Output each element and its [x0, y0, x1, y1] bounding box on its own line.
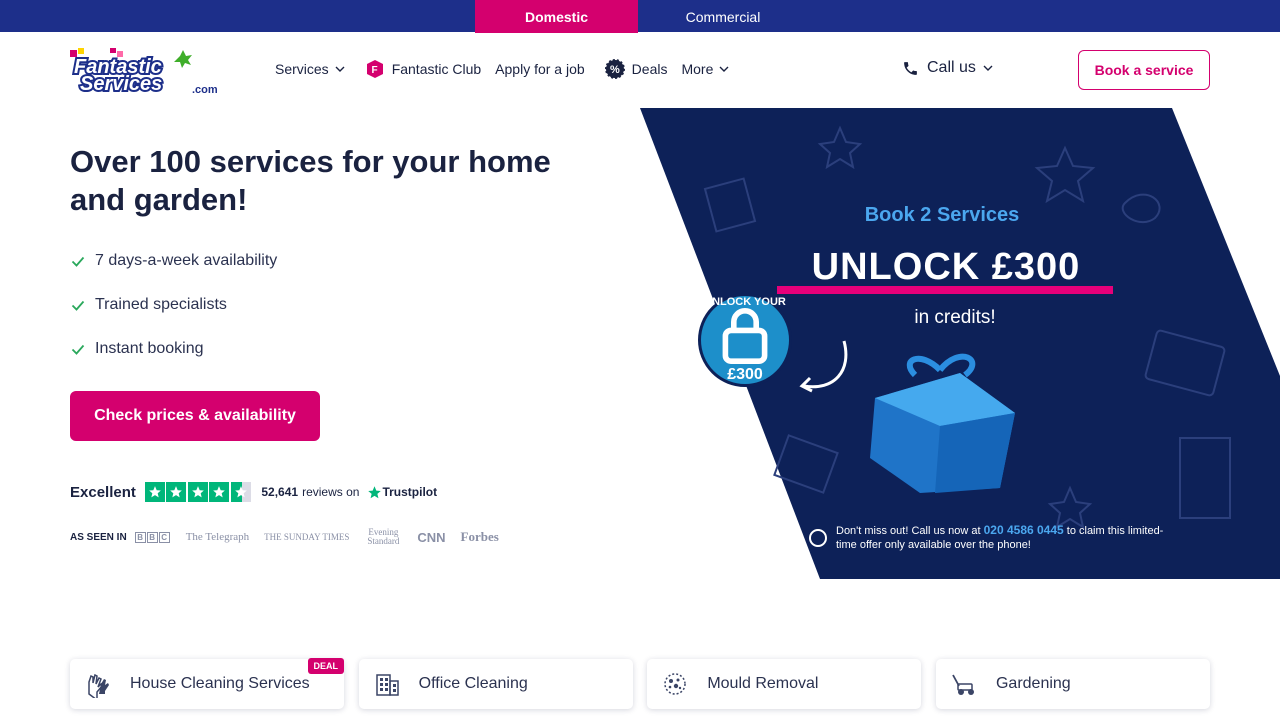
service-card-label: Gardening: [995, 675, 1071, 692]
svg-text:Services: Services: [80, 73, 162, 95]
cnn-logo: CNN: [417, 529, 446, 545]
nav-fantastic-club[interactable]: F Fantastic Club: [359, 59, 481, 79]
promo-phone-number[interactable]: 020 4586 0445: [984, 523, 1064, 537]
promo-headline: Book 2 Services: [864, 204, 1020, 226]
trustpilot-logo: Trustpilot: [367, 485, 437, 500]
call-us-label: Call us: [927, 59, 976, 76]
unlock-badge: UNLOCK YOUR £300: [698, 293, 792, 387]
feature-item: 7 days-a-week availability: [70, 250, 277, 272]
trustpilot-rating-word: Excellent: [70, 483, 136, 501]
nav-apply-label: Apply for a job: [495, 61, 585, 77]
office-building-icon: [375, 674, 399, 696]
feature-label: Instant booking: [95, 340, 204, 357]
check-icon: [71, 344, 85, 355]
as-seen-in: AS SEEN IN BBC The Telegraph THE SUNDAY …: [70, 528, 514, 546]
forbes-logo: Forbes: [460, 529, 499, 544]
feature-item: Trained specialists: [70, 294, 277, 316]
hero-title: Over 100 services for your home and gard…: [70, 144, 551, 217]
svg-text:%: %: [610, 64, 620, 76]
badge-top-text: UNLOCK YOUR: [704, 296, 786, 308]
fantastic-services-logo[interactable]: Fantastic Services .com: [70, 46, 220, 97]
promo-footer: Don't miss out! Call us now at 020 4586 …: [836, 523, 1176, 552]
fantastic-club-icon: F: [366, 60, 383, 78]
half-star-icon: [230, 482, 251, 502]
badge-amount: £300: [727, 366, 763, 383]
check-icon: [71, 300, 85, 311]
service-card-gardening[interactable]: Gardening: [935, 659, 1210, 709]
chevron-down-icon: [983, 65, 993, 71]
check-icon: [71, 256, 85, 267]
tab-domestic[interactable]: Domestic: [475, 0, 638, 33]
service-cards: House Cleaning Services DEAL Office Clea…: [70, 658, 1210, 709]
nav-more[interactable]: More: [681, 61, 729, 77]
star-icon: [209, 482, 230, 502]
nav-services-label: Services: [275, 61, 329, 77]
bbc-logo: BBC: [134, 531, 171, 543]
call-us-dropdown[interactable]: Call us: [902, 59, 993, 77]
deal-badge: DEAL: [307, 658, 344, 674]
star-icon: [187, 482, 208, 502]
main-nav: Services F Fantastic Club Apply for a jo…: [275, 58, 743, 80]
deals-badge-icon: %: [604, 59, 625, 79]
phone-icon: [904, 61, 917, 75]
svg-text:F: F: [371, 65, 377, 76]
feature-item: Instant booking: [70, 338, 277, 360]
nav-club-label: Fantastic Club: [391, 61, 482, 77]
feature-label: Trained specialists: [95, 296, 227, 313]
trustpilot-star-icon: [368, 485, 382, 498]
gloves-icon: [88, 673, 109, 698]
trustpilot-stars: [144, 482, 253, 502]
feature-label: 7 days-a-week availability: [95, 252, 278, 269]
promo-banner-content: Book 2 Services UNLOCK £300 in credits! …: [640, 108, 1280, 579]
segment-bar: Domestic Commercial: [0, 0, 1280, 33]
sunday-times-logo: THE SUNDAY TIMES: [264, 532, 350, 542]
promo-unlock-amount: UNLOCK £300: [811, 246, 1081, 288]
trustpilot-reviews-on: reviews on: [302, 485, 360, 499]
promo-banner[interactable]: Book 2 Services UNLOCK £300 in credits! …: [640, 108, 1280, 579]
chevron-down-icon: [335, 66, 345, 72]
tab-commercial[interactable]: Commercial: [638, 0, 808, 33]
trustpilot-widget[interactable]: Excellent 52,641 reviews on Trustpilot: [70, 482, 437, 502]
chevron-down-icon: [719, 66, 729, 72]
service-card-label: Office Cleaning: [418, 675, 528, 692]
promo-footer-pre: Don't miss out! Call us now at: [836, 525, 981, 537]
trustpilot-brand: Trustpilot: [382, 485, 438, 499]
star-icon: [166, 482, 187, 502]
check-prices-button[interactable]: Check prices & availability: [70, 391, 320, 441]
nav-apply-job[interactable]: Apply for a job: [495, 61, 585, 77]
book-service-button[interactable]: Book a service: [1078, 50, 1210, 90]
nav-deals-label: Deals: [631, 61, 668, 77]
lock-icon: [722, 308, 768, 364]
feature-list: 7 days-a-week availability Trained speci…: [70, 250, 277, 382]
nav-services[interactable]: Services: [275, 61, 345, 77]
service-card-label: Mould Removal: [707, 675, 819, 692]
nav-deals[interactable]: % Deals: [599, 59, 668, 79]
as-seen-in-label: AS SEEN IN: [70, 531, 127, 543]
service-card-mould-removal[interactable]: Mould Removal: [647, 659, 922, 709]
lawn-mower-icon: [952, 674, 974, 695]
service-card-house-cleaning[interactable]: House Cleaning Services DEAL: [70, 658, 344, 709]
evening-standard-logo: Evening Standard: [367, 527, 400, 546]
service-card-label: House Cleaning Services: [130, 675, 310, 692]
mould-icon: [664, 673, 687, 695]
service-card-office-cleaning[interactable]: Office Cleaning: [358, 659, 633, 709]
telegraph-logo: The Telegraph: [185, 531, 250, 543]
star-icon: [144, 482, 165, 502]
trustpilot-review-count: 52,641: [261, 485, 299, 499]
nav-more-label: More: [681, 61, 714, 77]
svg-text:.com: .com: [192, 84, 218, 96]
